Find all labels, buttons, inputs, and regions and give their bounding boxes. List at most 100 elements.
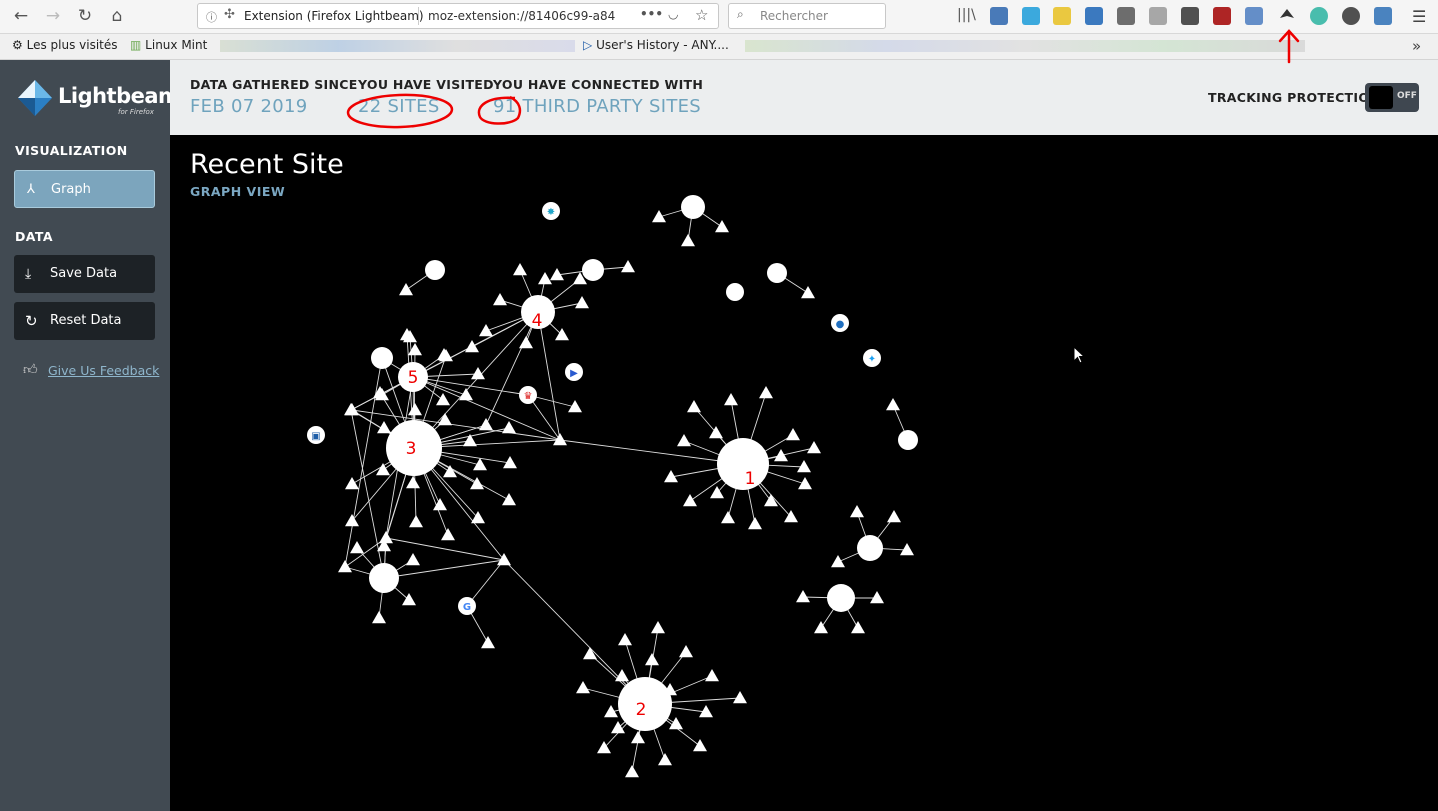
graph-edge (385, 537, 505, 561)
twitter-icon-glyph: ✦ (868, 354, 876, 365)
third-party-node (345, 477, 359, 490)
third-party-node (774, 449, 788, 462)
visited-label: YOU HAVE VISITED (358, 77, 494, 92)
third-party-node (402, 593, 416, 606)
third-party-node (733, 691, 747, 704)
site-graph[interactable]: ✸ ▣ ▶ ♛ G ● ✦ 1 2 3 4 5 (170, 135, 1438, 811)
hub-label-4: 4 (532, 311, 543, 331)
search-icon: ⌕ (737, 7, 744, 21)
extension-puzzle-icon: ✣ (224, 7, 235, 22)
search-input[interactable]: Rechercher (760, 9, 828, 23)
feedback-link[interactable]: Give Us Feedback (48, 363, 159, 378)
third-party-node (814, 621, 828, 634)
third-party-node (470, 477, 484, 490)
save-data-button[interactable]: ⤓ Save Data (14, 255, 155, 293)
graph-edge (412, 376, 529, 396)
pocket-icon[interactable]: ◡ (668, 7, 678, 21)
extension-icon[interactable] (1342, 7, 1360, 25)
site-node (857, 535, 883, 561)
third-party-node (350, 541, 364, 554)
graph-button[interactable]: ⅄ Graph (14, 170, 155, 208)
menu-icon[interactable]: ☰ (1412, 7, 1430, 26)
url-bar[interactable]: ⓘ ✣ Extension (Firefox Lightbeam) moz-ex… (197, 3, 719, 29)
third-party-node (681, 234, 695, 247)
vidyard-icon-glyph: ▶ (570, 368, 578, 379)
third-party-node (502, 493, 516, 506)
bookmark-star-icon[interactable]: ☆ (695, 6, 708, 24)
third-party-node (645, 653, 659, 666)
tracking-toggle[interactable]: OFF (1365, 83, 1419, 112)
third-party-node (721, 511, 735, 524)
extension-icon[interactable] (1117, 7, 1135, 25)
bookmark-user-history[interactable]: ▷ User's History - ANY.... (583, 38, 729, 52)
third-party-node (409, 515, 423, 528)
reload-button[interactable]: ↻ (72, 4, 98, 28)
third-party-node (669, 717, 683, 730)
extension-icon[interactable] (1310, 7, 1328, 25)
third-party-node (618, 633, 632, 646)
third-party-node (900, 543, 914, 556)
third-party-node (406, 553, 420, 566)
download-icon: ⤓ (25, 266, 32, 282)
home-button[interactable]: ⌂ (104, 4, 130, 28)
search-bar[interactable]: ⌕ Rechercher (728, 3, 886, 29)
firefox-icon-glyph: ● (836, 319, 845, 330)
hub-label-2: 2 (636, 700, 647, 720)
bookmark-linux-mint[interactable]: ▥ Linux Mint (130, 38, 207, 52)
since-label: DATA GATHERED SINCE (190, 77, 358, 92)
tracking-label: TRACKING PROTECTION (1208, 90, 1381, 105)
third-party-node (538, 272, 552, 285)
play-icon: ▷ (583, 38, 593, 52)
graph-edge (383, 559, 505, 579)
extension-icon[interactable] (1053, 7, 1071, 25)
lightbeam-logo-icon (18, 80, 52, 116)
extension-icon[interactable] (1181, 7, 1199, 25)
third-party-node (408, 403, 422, 416)
more-actions-icon[interactable]: ••• (640, 7, 663, 21)
overflow-chevron-icon[interactable]: » (1412, 37, 1421, 55)
section-data: DATA (15, 229, 53, 244)
back-button[interactable]: ← (8, 4, 34, 28)
library-icon[interactable]: |||\ (957, 7, 976, 25)
third-party-node (715, 220, 729, 233)
third-party-node (798, 477, 812, 490)
mouse-cursor-icon (1073, 346, 1085, 364)
third-party-node (479, 418, 493, 431)
lightbeam-logo: Lightbeam for Firefox (16, 78, 180, 120)
graph-icon: ⅄ (27, 182, 35, 197)
third-party-node (408, 343, 422, 356)
third-party-node (433, 498, 447, 511)
extension-icon[interactable] (1085, 7, 1103, 25)
forward-button[interactable]: → (40, 4, 66, 28)
reset-data-button[interactable]: ↻ Reset Data (14, 302, 155, 340)
third-party-node (471, 367, 485, 380)
third-party-node (436, 393, 450, 406)
site-node (827, 584, 855, 612)
extension-icon[interactable] (1213, 7, 1231, 25)
forward-arrow-icon: → (45, 6, 61, 26)
graph-panel: Recent Site GRAPH VIEW ✸ ▣ ▶ ♛ G ● ✦ 1 2 3 4 5 (170, 135, 1438, 811)
third-party-node (651, 621, 665, 634)
extension-icon[interactable] (1245, 7, 1263, 25)
info-icon: ⓘ (206, 11, 217, 24)
third-party-node (502, 421, 516, 434)
site-node (767, 263, 787, 283)
bookmark-most-visited[interactable]: ⚙ Les plus visités (12, 38, 118, 52)
third-party-node (625, 765, 639, 778)
lightbeam-toolbar-icon[interactable] (1278, 7, 1296, 25)
third-party-node (459, 388, 473, 401)
third-party-node (709, 426, 723, 439)
third-party-node (797, 460, 811, 473)
extension-icon[interactable] (1149, 7, 1167, 25)
graph-edge (412, 311, 539, 378)
extension-icon[interactable] (1374, 7, 1392, 25)
graph-edge (485, 311, 539, 426)
site-node (369, 563, 399, 593)
monitor-icon-glyph: ▣ (311, 431, 320, 442)
third-party-node (786, 428, 800, 441)
third-party-node (575, 296, 589, 309)
home-icon: ⌂ (111, 6, 123, 26)
reset-icon: ↻ (25, 312, 38, 330)
extension-icon[interactable] (1022, 7, 1040, 25)
extension-icon[interactable] (990, 7, 1008, 25)
